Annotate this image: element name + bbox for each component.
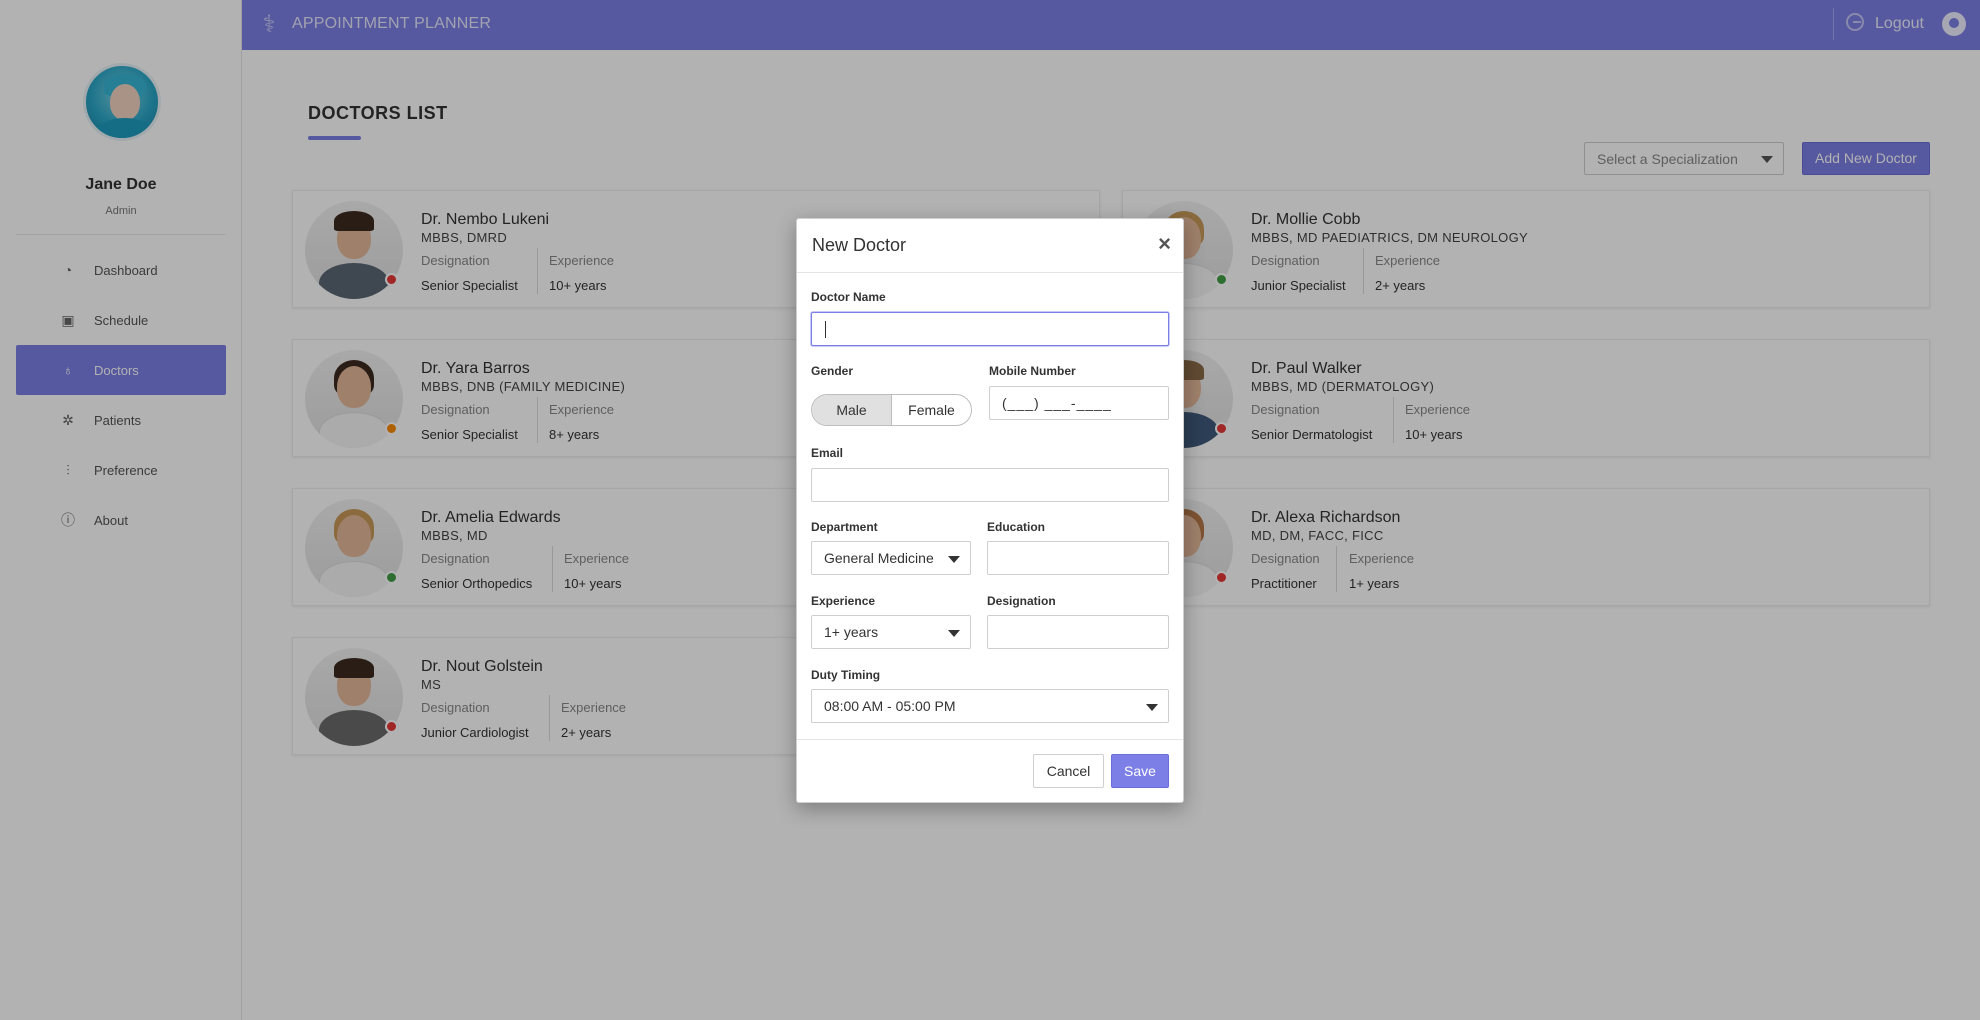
save-button[interactable]: Save	[1111, 754, 1169, 788]
dialog-footer-divider	[797, 739, 1183, 740]
doctor-name-label: Doctor Name	[811, 290, 886, 304]
email-label: Email	[811, 446, 844, 460]
mobile-number-input[interactable]: (___) ___-____	[989, 386, 1169, 420]
department-select[interactable]: General Medicine	[811, 541, 971, 575]
gender-label: Gender	[811, 364, 854, 378]
gender-female-option[interactable]: Female	[892, 395, 971, 425]
chevron-down-icon	[1146, 704, 1158, 711]
education-input[interactable]	[987, 541, 1169, 575]
email-input[interactable]	[811, 468, 1169, 502]
duty-timing-select[interactable]: 08:00 AM - 05:00 PM	[811, 689, 1169, 723]
mobile-number-mask: (___) ___-____	[1002, 395, 1112, 411]
experience-select[interactable]: 1+ years	[811, 615, 971, 649]
department-label: Department	[811, 520, 878, 534]
dialog-header: New Doctor ×	[797, 219, 1183, 273]
department-value: General Medicine	[824, 550, 934, 566]
cancel-button[interactable]: Cancel	[1033, 754, 1104, 788]
text-cursor	[825, 321, 826, 338]
mobile-number-label: Mobile Number	[989, 364, 1076, 378]
experience-value: 1+ years	[824, 624, 879, 640]
chevron-down-icon	[948, 556, 960, 563]
designation-input[interactable]	[987, 615, 1169, 649]
doctor-name-input[interactable]	[811, 312, 1169, 346]
duty-timing-label: Duty Timing	[811, 668, 881, 682]
duty-timing-value: 08:00 AM - 05:00 PM	[824, 698, 956, 714]
experience-label: Experience	[811, 594, 876, 608]
designation-label: Designation	[987, 594, 1056, 608]
education-label: Education	[987, 520, 1046, 534]
close-icon[interactable]: ×	[1158, 233, 1171, 255]
chevron-down-icon	[948, 630, 960, 637]
new-doctor-dialog: New Doctor × Doctor Name Gender Male Fem…	[796, 218, 1184, 803]
gender-toggle: Male Female	[811, 394, 972, 426]
dialog-title: New Doctor	[812, 235, 907, 255]
gender-male-option[interactable]: Male	[812, 395, 892, 425]
